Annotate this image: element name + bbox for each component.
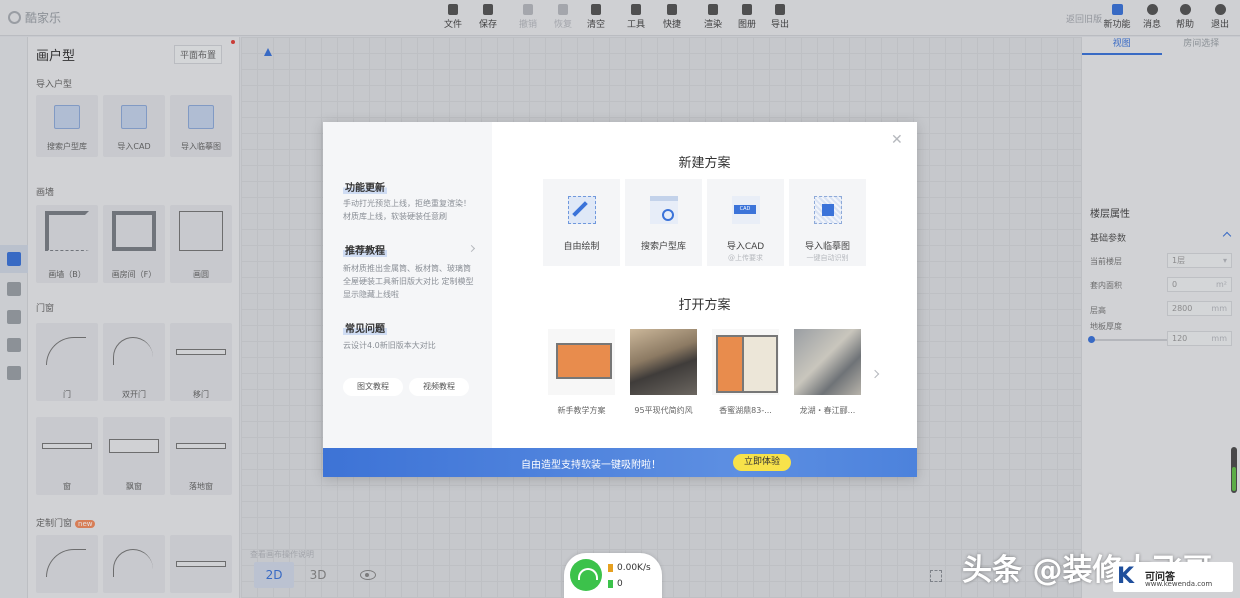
network-speed: 0.00K/s <box>617 563 651 573</box>
pencil-icon <box>568 196 596 224</box>
tutorial-text[interactable]: 新材质推出金属筒、板材筒、玻璃筒 全屋硬装工具新旧版大对比 定制模型显示隐藏上线… <box>343 262 478 301</box>
import-cad-option-card[interactable]: 导入CAD@上传要求 <box>707 179 784 266</box>
floorplan-thumbnail <box>712 329 779 395</box>
close-icon[interactable]: ✕ <box>891 132 903 148</box>
k-logo-icon: K <box>1117 564 1135 589</box>
cad-icon <box>732 196 760 224</box>
battery-value: 0 <box>617 579 623 589</box>
dialog-sidebar: 功能更新 手动打光预览上线，拒绝重复渲染！材质库上线，软装硬装任意刷 推荐教程 … <box>323 122 492 448</box>
free-draw-card[interactable]: 自由绘制 <box>543 179 620 266</box>
open-plan-card-2[interactable]: 95平现代简约风 <box>630 329 697 419</box>
open-plan-card-1[interactable]: 新手教学方案 <box>548 329 615 419</box>
open-plan-card-3[interactable]: 香蜜湖鼎83-... <box>712 329 779 419</box>
wifi-icon <box>570 559 602 591</box>
upload-download-icon <box>608 564 613 572</box>
promo-text: 自由造型支持软装一键吸附啦！ <box>521 460 661 471</box>
open-plan-card-4[interactable]: 龙湖・春江郦... <box>794 329 861 419</box>
next-page-icon[interactable] <box>870 369 880 379</box>
welcome-dialog: 功能更新 手动打光预览上线，拒绝重复渲染！材质库上线，软装硬装任意刷 推荐教程 … <box>323 122 917 477</box>
import-trace-option-card[interactable]: 导入临摹图 一键自动识别 <box>789 179 866 266</box>
feature-update-text: 手动打光预览上线，拒绝重复渲染！材质库上线，软装硬装任意刷 <box>343 199 471 221</box>
new-plan-title: 新建方案 <box>678 156 731 171</box>
3d-plan-thumbnail <box>794 329 861 395</box>
graphic-tutorial-button[interactable]: 图文教程 <box>343 378 403 396</box>
feature-update-title: 功能更新 <box>343 179 387 194</box>
open-plan-title: 打开方案 <box>678 298 731 313</box>
upload-requirements-link[interactable]: @上传要求 <box>707 253 784 263</box>
search-floorplan-lib-card[interactable]: 搜索户型库 <box>625 179 702 266</box>
faq-title: 常见问题 <box>343 320 387 335</box>
battery-icon <box>608 580 613 588</box>
watermark-logo: K 可问答 www.kewenda.com <box>1113 562 1233 592</box>
floorplan-thumbnail <box>548 329 615 395</box>
search-icon <box>650 196 678 224</box>
promo-banner: 自由造型支持软装一键吸附啦！ 立即体验 <box>323 448 917 477</box>
trace-image-icon <box>814 196 842 224</box>
chevron-right-icon[interactable] <box>467 244 476 253</box>
tutorial-title[interactable]: 推荐教程 <box>343 242 387 257</box>
room-render-thumbnail <box>630 329 697 395</box>
faq-text[interactable]: 云设计4.0新旧版本大对比 <box>343 339 478 352</box>
try-now-button[interactable]: 立即体验 <box>733 454 791 471</box>
network-speed-widget[interactable]: 0.00K/s 0 <box>564 553 662 598</box>
video-tutorial-button[interactable]: 视频教程 <box>409 378 469 396</box>
